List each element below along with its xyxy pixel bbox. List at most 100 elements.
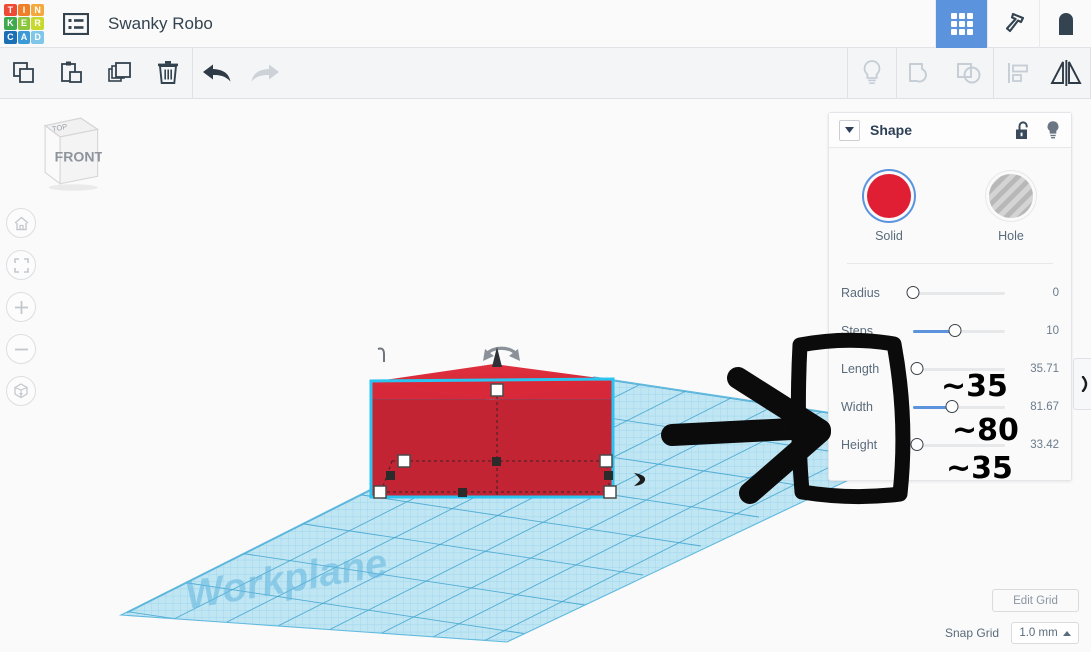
radius-label: Radius xyxy=(841,286,880,300)
tinkercad-app: T I N K E R C A D Swanky Robo Workplane … xyxy=(0,0,1091,652)
shapes-panel-button[interactable] xyxy=(1039,0,1091,48)
list-menu-icon[interactable] xyxy=(60,8,92,40)
fit-frame-icon xyxy=(13,257,29,273)
grid-icon xyxy=(950,12,973,35)
handle-left-dot xyxy=(386,471,395,480)
radius-slider-knob[interactable] xyxy=(906,286,920,299)
logo-cell-1: I xyxy=(17,3,31,17)
undo-arrow-icon xyxy=(203,64,231,82)
width-slider-row: Width 81.67 xyxy=(829,388,1071,426)
solid-swatch-circle xyxy=(867,174,911,218)
chevron-down-icon[interactable] xyxy=(839,119,860,141)
rotate-arrow-icon[interactable] xyxy=(483,346,520,367)
group-button[interactable] xyxy=(897,48,945,98)
trash-icon xyxy=(158,61,178,84)
page-title: Swanky Robo xyxy=(108,13,213,33)
radius-slider[interactable] xyxy=(906,286,1005,299)
shape-panel: Shape Solid Hole Radius 0 Steps 10 Lengt… xyxy=(828,112,1072,481)
steps-label: Steps xyxy=(841,324,873,338)
handle-top-center xyxy=(490,383,504,397)
logo-cell-8: D xyxy=(31,30,44,44)
fit-to-view-button[interactable] xyxy=(6,250,36,280)
shape-parameters: Radius 0 Steps 10 Length 35.71 Width 81.… xyxy=(829,268,1071,480)
view-cube[interactable]: TOP FRONT xyxy=(22,105,102,195)
build-tool-button[interactable] xyxy=(987,0,1039,48)
home-icon xyxy=(14,216,28,230)
zoom-out-button[interactable] xyxy=(6,334,36,364)
plus-icon xyxy=(14,300,28,314)
zoom-in-button[interactable] xyxy=(6,292,36,322)
solid-swatch-label: Solid xyxy=(875,229,903,243)
ungroup-icon xyxy=(957,63,981,84)
logo-cell-0: T xyxy=(4,3,17,17)
steps-value: 10 xyxy=(1046,325,1059,337)
snap-grid-select[interactable]: 1.0 mm xyxy=(1011,622,1079,644)
height-slider-row: Height 33.42 xyxy=(829,426,1071,464)
home-view-button[interactable] xyxy=(6,208,36,238)
snap-grid-value: 1.0 mm xyxy=(1019,627,1058,639)
paste-button[interactable] xyxy=(48,48,96,98)
handle-right-dot xyxy=(604,471,613,480)
shape-panel-divider xyxy=(847,263,1053,264)
width-value: 81.67 xyxy=(1030,401,1059,413)
unlock-icon[interactable] xyxy=(1014,120,1031,140)
align-icon xyxy=(1008,63,1028,83)
light-button[interactable] xyxy=(848,48,896,98)
shape-type-swatches: Solid Hole xyxy=(829,148,1071,253)
logo-cell-2: N xyxy=(31,3,44,17)
copy-icon xyxy=(13,62,34,83)
width-label: Width xyxy=(841,400,873,414)
lightbulb-icon[interactable] xyxy=(1045,120,1061,140)
handle-left-mid xyxy=(397,454,411,468)
length-slider[interactable] xyxy=(910,362,1005,375)
duplicate-button[interactable] xyxy=(96,48,144,98)
length-slider-knob[interactable] xyxy=(910,362,924,375)
group-icon xyxy=(909,63,927,83)
steps-slider-knob[interactable] xyxy=(948,324,962,337)
logo-cell-5: R xyxy=(31,17,44,30)
handle-center-dot xyxy=(492,457,501,466)
steps-slider[interactable] xyxy=(913,324,1005,337)
handle-right-mid xyxy=(599,454,613,468)
top-bar: T I N K E R C A D Swanky Robo xyxy=(0,0,1091,48)
shape-panel-header: Shape xyxy=(829,113,1071,148)
cube-view-icon xyxy=(14,383,28,399)
ungroup-button[interactable] xyxy=(945,48,993,98)
tinkercad-logo[interactable]: T I N K E R C A D xyxy=(2,2,46,46)
logo-cell-3: K xyxy=(4,17,17,30)
length-label: Length xyxy=(841,362,880,376)
rotate-handle-secondary[interactable] xyxy=(377,347,385,362)
height-label: Height xyxy=(841,438,878,452)
ortho-perspective-button[interactable] xyxy=(6,376,36,406)
hammer-icon xyxy=(1005,12,1024,32)
minus-icon xyxy=(14,348,28,350)
edit-grid-button[interactable]: Edit Grid xyxy=(992,589,1079,612)
hole-swatch-circle xyxy=(989,174,1033,218)
snap-grid-label: Snap Grid xyxy=(945,626,1000,640)
hole-swatch[interactable]: Hole xyxy=(981,174,1041,243)
solid-swatch[interactable]: Solid xyxy=(859,174,919,243)
view-cube-front-label: FRONT xyxy=(55,148,102,164)
radius-value: 0 xyxy=(1052,287,1059,299)
logo-cell-7: A xyxy=(17,30,31,44)
hole-swatch-label: Hole xyxy=(998,229,1024,243)
lightbulb-icon xyxy=(863,60,881,84)
expand-panel-tab[interactable] xyxy=(1073,358,1091,410)
mirror-icon xyxy=(1050,60,1082,86)
height-slider-knob[interactable] xyxy=(910,438,924,451)
copy-button[interactable] xyxy=(0,48,48,98)
redo-button[interactable] xyxy=(241,48,289,98)
height-value: 33.42 xyxy=(1030,439,1059,451)
undo-button[interactable] xyxy=(193,48,241,98)
radius-slider-row: Radius 0 xyxy=(829,274,1071,312)
height-slider[interactable] xyxy=(910,438,1005,451)
edit-toolbar xyxy=(0,48,1091,99)
align-button[interactable] xyxy=(994,48,1042,98)
delete-button[interactable] xyxy=(144,48,192,98)
width-slider[interactable] xyxy=(913,400,1005,413)
length-value: 35.71 xyxy=(1030,363,1059,375)
mirror-button[interactable] xyxy=(1042,48,1090,98)
width-slider-knob[interactable] xyxy=(945,400,959,413)
shape-icon xyxy=(1058,12,1073,35)
grid-view-button[interactable] xyxy=(935,0,987,48)
